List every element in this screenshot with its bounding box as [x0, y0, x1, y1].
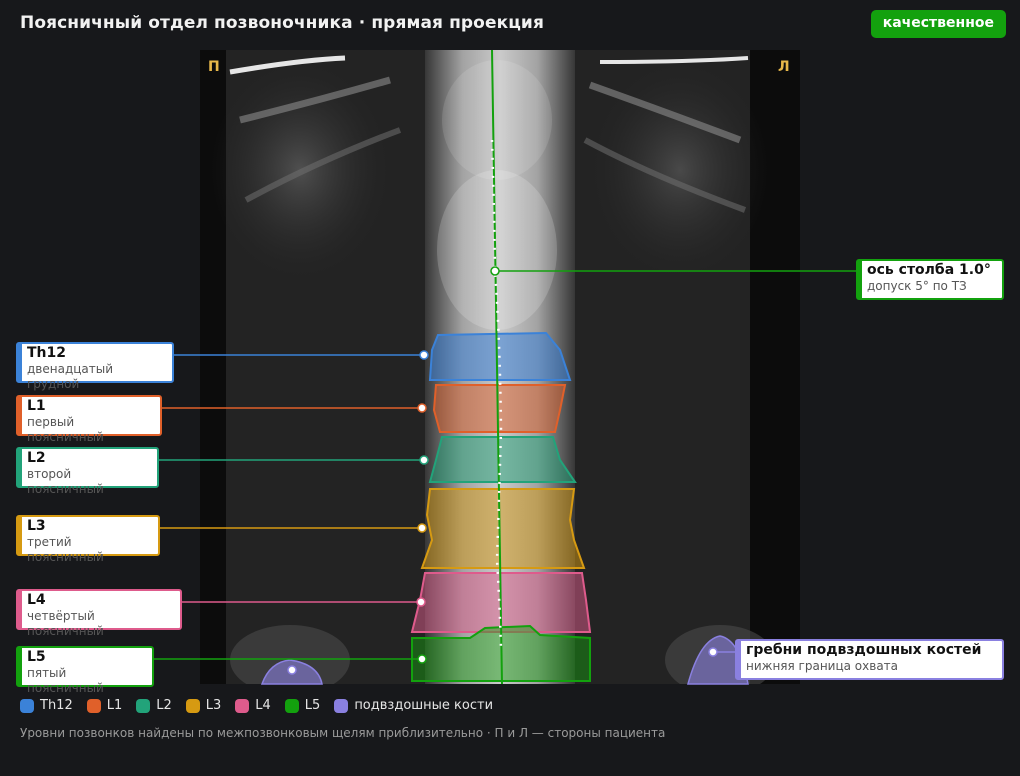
side-marker-left: Л [778, 59, 790, 75]
legend-item-l2: L2 [136, 698, 172, 713]
l4-label-title: L4 [27, 592, 46, 608]
l3-anchor-point [417, 523, 427, 533]
l5-anchor-point [417, 654, 427, 664]
l5-label-subtitle: пятый поясничный [27, 666, 104, 695]
iliac-label-subtitle: нижняя граница охвата [746, 659, 899, 673]
l2-mask [428, 436, 577, 483]
th12-anchor-point [419, 350, 429, 360]
l3-label-subtitle: третий поясничный [27, 535, 104, 564]
footnote: Уровни позвонков найдены по межпозвонков… [20, 726, 666, 740]
l3-label-title: L3 [27, 518, 46, 534]
legend-swatch [334, 698, 349, 713]
legend-swatch [284, 698, 299, 713]
legend-label: Th12 [40, 698, 73, 713]
iliac-label: гребни подвздошных костей нижняя граница… [735, 639, 1004, 680]
iliac-left-anchor-point [287, 665, 297, 675]
legend-swatch [136, 698, 151, 713]
legend-label: L4 [255, 698, 271, 713]
l4-label: L4 четвёртый поясничный [16, 589, 182, 638]
th12-label: Th12 двенадцатый грудной [16, 342, 174, 391]
legend-label: L2 [156, 698, 172, 713]
legend-label: L5 [304, 698, 321, 713]
legend-item-th12: Th12 [20, 698, 73, 713]
legend-item-l3: L3 [185, 698, 222, 713]
legend-label: подвздошные кости [354, 698, 494, 713]
l2-label: L2 второй поясничный [16, 447, 159, 496]
legend-swatch [20, 698, 34, 713]
legend-item-l5: L5 [284, 698, 321, 713]
iliac-right-anchor-point [708, 647, 718, 657]
l2-label-title: L2 [27, 450, 46, 466]
l3-label: L3 третий поясничный [16, 515, 160, 564]
l1-label-subtitle: первый поясничный [27, 415, 104, 444]
l4-anchor-point [416, 597, 426, 607]
l1-label-title: L1 [27, 398, 46, 414]
th12-label-title: Th12 [27, 345, 66, 361]
legend-swatch [235, 698, 250, 713]
legend-item-l1: L1 [86, 698, 123, 713]
l2-label-subtitle: второй поясничный [27, 467, 104, 496]
axis-label: ось столба 1.0° допуск 5° по ТЗ [856, 259, 1004, 300]
l4-label-subtitle: четвёртый поясничный [27, 609, 104, 638]
legend-swatch [86, 698, 101, 713]
l1-anchor-point [417, 403, 427, 413]
axis-label-title: ось столба 1.0° [867, 262, 991, 278]
legend-item-iliac: подвздошные кости [334, 698, 493, 713]
l1-label: L1 первый поясничный [16, 395, 162, 444]
th12-label-subtitle: двенадцатый грудной [27, 362, 114, 391]
l3-mask [420, 488, 586, 569]
axis-anchor-point [490, 266, 500, 276]
legend: Th12 L1 L2 L3 L4 L5 подвздошные кости [20, 698, 493, 713]
iliac-label-title: гребни подвздошных костей [746, 642, 982, 658]
legend-label: L1 [106, 698, 123, 713]
legend-item-l4: L4 [235, 698, 271, 713]
side-marker-right: П [208, 59, 220, 75]
l5-label: L5 пятый поясничный [16, 646, 154, 695]
l5-label-title: L5 [27, 649, 46, 665]
l2-anchor-point [419, 455, 429, 465]
legend-swatch [185, 698, 200, 713]
axis-label-subtitle: допуск 5° по ТЗ [867, 279, 967, 293]
legend-label: L3 [205, 698, 222, 713]
